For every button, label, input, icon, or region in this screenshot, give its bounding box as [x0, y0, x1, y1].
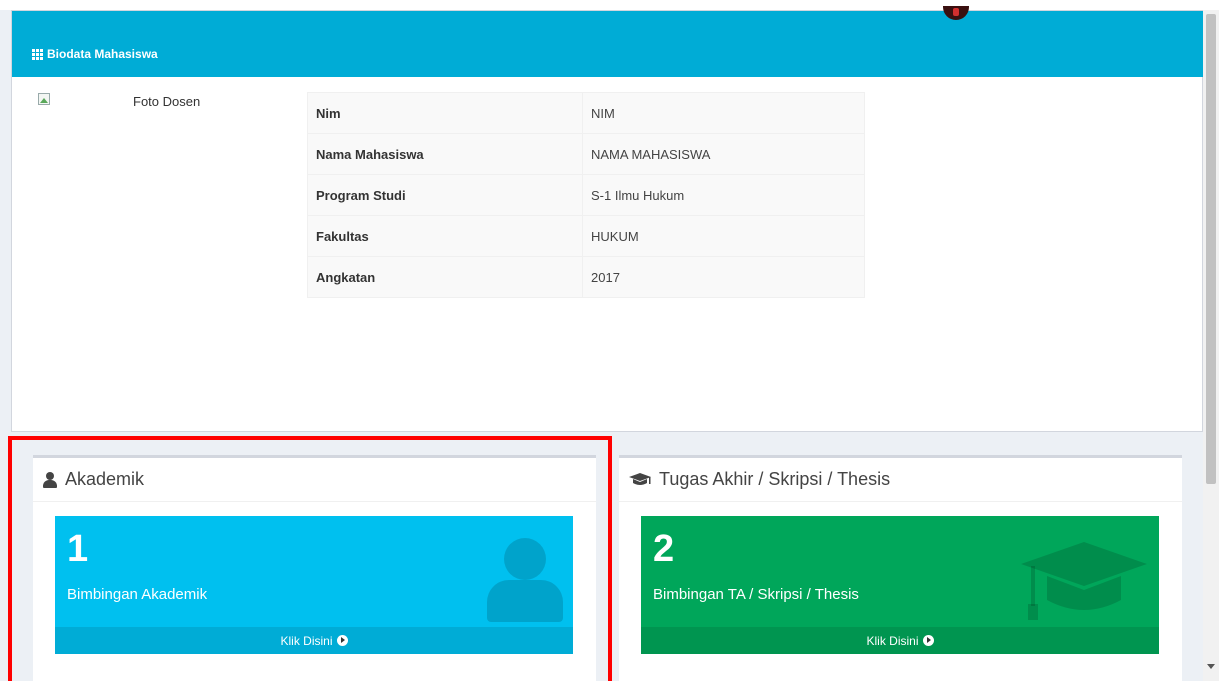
arrow-circle-right-icon	[336, 635, 348, 646]
akademik-title: Akademik	[65, 469, 145, 489]
row-label: Program Studi	[307, 174, 583, 216]
photo-alt-text: Foto Dosen	[133, 94, 201, 109]
tugas-akhir-label: Bimbingan TA / Skripsi / Thesis	[653, 586, 859, 603]
akademik-tile: 1 Bimbingan Akademik Klik Disini	[55, 516, 573, 654]
tugas-akhir-link-text: Klik Disini	[866, 633, 919, 648]
row-value: S-1 Ilmu Hukum	[582, 174, 865, 216]
row-label: Fakultas	[307, 215, 583, 257]
table-row: Fakultas HUKUM	[307, 215, 865, 257]
row-value: HUKUM	[582, 215, 865, 257]
row-value: NAMA MAHASISWA	[582, 133, 865, 175]
biodata-header: Biodata Mahasiswa	[12, 11, 1204, 77]
akademik-link-text: Klik Disini	[280, 633, 333, 648]
row-label: Angkatan	[307, 256, 583, 298]
arrow-circle-right-icon	[922, 635, 934, 646]
broken-image-icon	[38, 93, 50, 105]
tugas-akhir-title: Tugas Akhir / Skripsi / Thesis	[659, 469, 891, 489]
user-icon	[487, 538, 563, 622]
tugas-akhir-klik-disini-link[interactable]: Klik Disini	[641, 627, 1159, 654]
scrollbar-thumb[interactable]	[1206, 14, 1216, 484]
biodata-table: Nim NIM Nama Mahasiswa NAMA MAHASISWA Pr…	[307, 92, 865, 298]
row-label: Nim	[307, 92, 583, 134]
tugas-akhir-count: 2	[653, 528, 675, 570]
akademik-klik-disini-link[interactable]: Klik Disini	[55, 627, 573, 654]
table-row: Nim NIM	[307, 92, 865, 134]
akademik-panel: Akademik 1 Bimbingan Akademik Klik Disin…	[33, 455, 596, 681]
row-label: Nama Mahasiswa	[307, 133, 583, 175]
tugas-akhir-panel: Tugas Akhir / Skripsi / Thesis 2 Bimbing…	[619, 455, 1182, 681]
biodata-title: Biodata Mahasiswa	[32, 47, 158, 61]
akademik-count: 1	[67, 528, 89, 570]
biodata-title-text: Biodata Mahasiswa	[47, 47, 158, 61]
tugas-akhir-tile: 2 Bimbingan TA / Skripsi / Thesis Klik D…	[641, 516, 1159, 654]
akademik-panel-header: Akademik	[33, 458, 596, 502]
row-value: NIM	[582, 92, 865, 134]
top-navbar	[0, 0, 1219, 10]
graduation-cap-icon	[1021, 542, 1147, 620]
row-value: 2017	[582, 256, 865, 298]
akademik-label: Bimbingan Akademik	[67, 586, 208, 603]
th-grid-icon	[32, 48, 43, 60]
table-row: Program Studi S-1 Ilmu Hukum	[307, 174, 865, 216]
scroll-down-arrow-icon[interactable]	[1207, 664, 1215, 669]
graduation-cap-icon	[629, 472, 651, 485]
table-row: Angkatan 2017	[307, 256, 865, 298]
user-icon	[43, 471, 57, 488]
tugas-akhir-panel-header: Tugas Akhir / Skripsi / Thesis	[619, 458, 1182, 502]
table-row: Nama Mahasiswa NAMA MAHASISWA	[307, 133, 865, 175]
